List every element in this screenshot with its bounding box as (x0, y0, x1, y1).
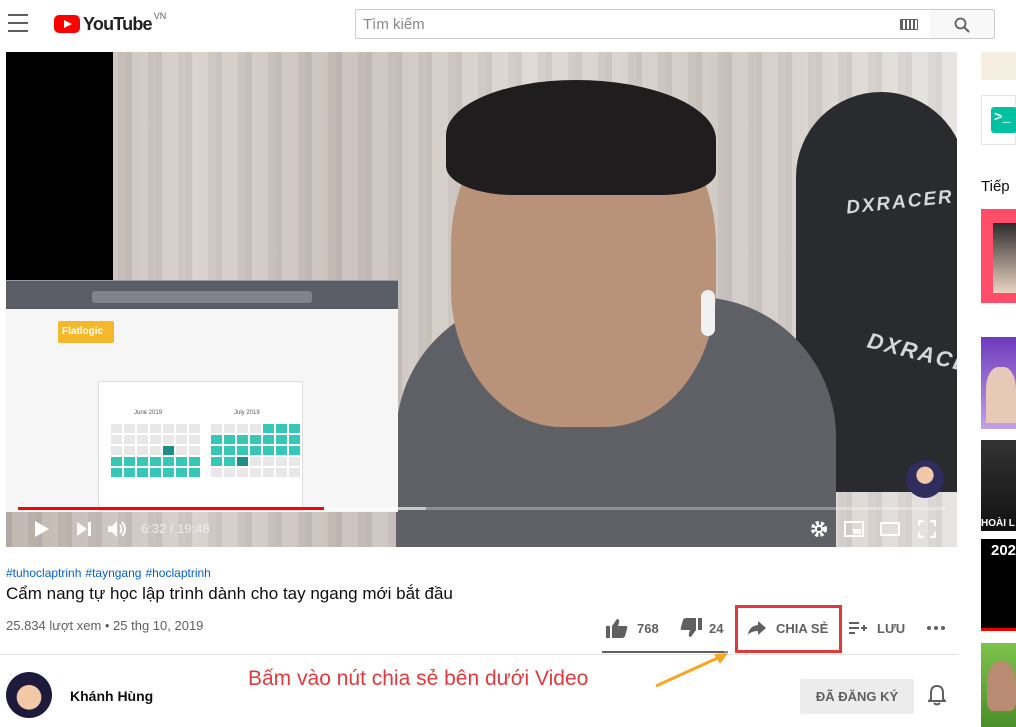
save-label: LƯU (877, 620, 906, 636)
screen-recording-overlay: Flatlogic June 2019 July 2019 (6, 280, 398, 512)
search-button[interactable] (930, 9, 995, 39)
keyboard-icon[interactable] (900, 19, 918, 30)
search-box (355, 9, 931, 39)
thumbs-down-icon (680, 618, 702, 637)
logo-country-code: VN (153, 11, 167, 21)
thumb-image (987, 661, 1016, 711)
channel-name[interactable]: Khánh Hùng (70, 688, 153, 704)
hashtag-link[interactable]: #hoclaptrinh (145, 566, 210, 580)
settings-button[interactable] (809, 518, 829, 540)
theater-icon (880, 522, 900, 536)
youtube-logo[interactable]: YouTube VN (54, 11, 167, 36)
gear-icon (811, 521, 827, 537)
volume-icon (108, 521, 126, 537)
dislike-count: 24 (709, 620, 724, 636)
youtube-play-icon (54, 15, 80, 33)
search-icon (954, 17, 970, 33)
share-highlight-box (735, 605, 842, 653)
date-picker: June 2019 July 2019 (98, 381, 303, 511)
progress-played (18, 507, 324, 510)
time-display: 6:32 / 19:48 (141, 521, 210, 536)
video-black-area (6, 52, 113, 282)
hashtag-link[interactable]: #tayngang (85, 566, 141, 580)
thumb-image (986, 367, 1016, 423)
thumb-caption: 2020 (991, 542, 1016, 559)
sidebar-app-card[interactable]: >_ (981, 95, 1016, 145)
view-count-date: 25.834 lượt xem • 25 thg 10, 2019 (6, 618, 204, 633)
hashtags: #tuhoclaptrinh #tayngang #hoclaptrinh (6, 566, 215, 580)
calendar-right (211, 424, 300, 477)
fullscreen-icon (918, 520, 936, 538)
month-left: June 2019 (134, 410, 163, 416)
logo-text: YouTube (83, 13, 153, 34)
hashtag-link[interactable]: #tuhoclaptrinh (6, 566, 81, 580)
notification-bell-button[interactable] (926, 684, 948, 711)
sidebar-thumb-2[interactable] (981, 337, 1016, 429)
like-button[interactable]: 768 (606, 610, 659, 646)
fullscreen-button[interactable] (916, 518, 938, 540)
sidebar-thumb-4[interactable]: 2020 (981, 539, 1016, 631)
browser-url (92, 291, 312, 303)
terminal-icon: >_ (991, 107, 1016, 133)
play-button[interactable] (32, 518, 52, 540)
more-horizontal-icon (927, 626, 945, 630)
volume-button[interactable] (106, 518, 130, 540)
annotation-arrow-icon (655, 653, 728, 688)
playlist-add-icon (849, 622, 867, 634)
miniplayer-button[interactable] (843, 518, 865, 540)
bell-icon (926, 684, 948, 706)
annotation-text: Bấm vào nút chia sẻ bên dưới Video (248, 667, 589, 690)
browser-bar (6, 281, 398, 309)
month-right: July 2019 (234, 410, 260, 416)
masthead: YouTube VN (0, 0, 1016, 50)
thumbs-up-icon (606, 619, 628, 638)
menu-icon[interactable] (8, 14, 28, 32)
progress-bar[interactable] (18, 507, 945, 510)
video-player[interactable]: DXRACER DXRACER Flatlogic June 2019 July… (6, 52, 957, 547)
sidebar-ad-banner[interactable] (981, 52, 1016, 80)
search-input[interactable] (356, 10, 896, 38)
channel-avatar[interactable] (6, 672, 52, 718)
theater-mode-button[interactable] (879, 518, 901, 540)
chair-brand-top: DXRACER (845, 186, 955, 219)
person-hair (446, 80, 716, 195)
video-title: Cẩm nang tự học lập trình dành cho tay n… (6, 584, 453, 603)
dislike-button[interactable]: 24 (680, 610, 723, 646)
sidebar-thumb-5[interactable] (981, 643, 1016, 727)
channel-watermark[interactable] (906, 460, 944, 498)
like-count: 768 (637, 620, 659, 636)
thumb-caption: HOÀI L (981, 518, 1015, 529)
play-icon (35, 521, 49, 537)
save-button[interactable]: LƯU (849, 610, 905, 646)
next-icon (77, 522, 91, 536)
sidebar-thumb-3[interactable]: HOÀI L (981, 440, 1016, 531)
chair-brand-bottom: DXRACER (864, 327, 957, 382)
up-next-label: Tiếp (981, 178, 1010, 195)
earbud (701, 290, 715, 336)
calendar-left (111, 424, 200, 477)
miniplayer-icon (844, 521, 864, 537)
more-actions-button[interactable] (927, 610, 945, 646)
thumb-image (993, 223, 1016, 293)
subscribed-button[interactable]: ĐÃ ĐĂNG KÝ (800, 679, 914, 714)
flatlogic-logo: Flatlogic (58, 321, 114, 343)
sidebar-thumb-1[interactable] (981, 209, 1016, 303)
next-button[interactable] (74, 518, 94, 540)
divider (0, 654, 958, 655)
